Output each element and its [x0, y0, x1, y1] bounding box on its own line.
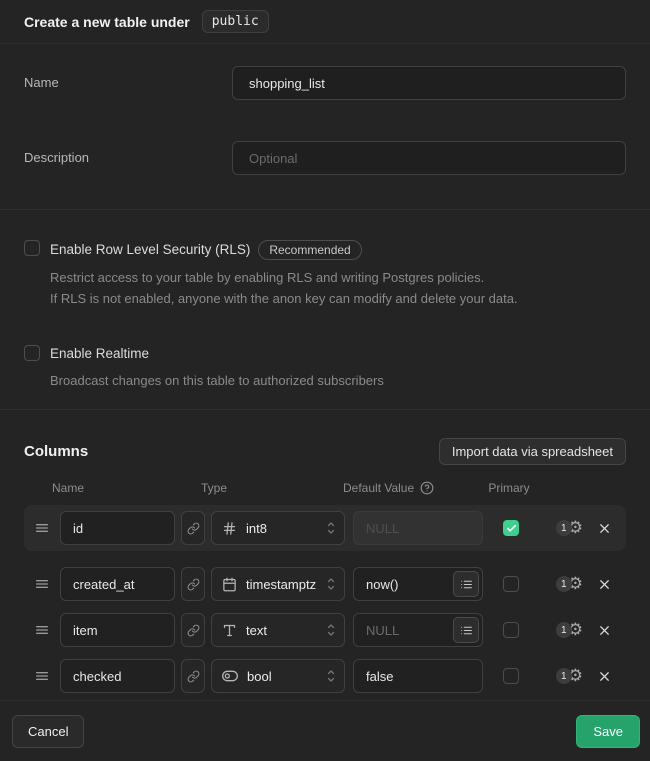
delete-column-button[interactable] — [597, 521, 612, 536]
column-type-select[interactable]: text — [211, 613, 345, 647]
foreign-key-link-icon[interactable] — [181, 613, 205, 647]
type-select-label: int8 — [246, 521, 267, 536]
chevron-up-down-icon — [325, 621, 337, 639]
header-name: Name — [50, 481, 201, 495]
help-circle-icon[interactable] — [420, 481, 434, 495]
table-description-input[interactable] — [232, 141, 626, 175]
name-label: Name — [24, 66, 232, 100]
drag-handle-icon[interactable] — [34, 576, 50, 592]
header-default-value: Default Value — [343, 481, 414, 495]
column-row: timestamptz 1 ⚙ — [24, 567, 626, 601]
create-table-dialog: Create a new table under public Name Des… — [0, 0, 650, 761]
recommended-badge: Recommended — [258, 240, 361, 260]
drag-handle-icon[interactable] — [34, 520, 50, 536]
settings-badge: 1 — [556, 622, 572, 638]
primary-checkbox[interactable] — [503, 576, 519, 592]
import-spreadsheet-button[interactable]: Import data via spreadsheet — [439, 438, 626, 465]
primary-checkbox[interactable] — [503, 622, 519, 638]
rls-toggle-block: Enable Row Level Security (RLS) Recommend… — [24, 240, 626, 309]
realtime-label[interactable]: Enable Realtime — [50, 346, 149, 361]
column-rows-list: int8 1 ⚙ — [24, 505, 626, 693]
column-row: bool 1 ⚙ — [24, 659, 626, 693]
columns-title: Columns — [24, 443, 88, 460]
schema-badge: public — [202, 10, 269, 33]
column-settings-button[interactable]: 1 ⚙ — [556, 520, 583, 537]
toggles-section: Enable Row Level Security (RLS) Recommend… — [0, 210, 650, 410]
settings-badge: 1 — [556, 668, 572, 684]
column-settings-button[interactable]: 1 ⚙ — [556, 622, 583, 639]
column-type-select[interactable]: int8 — [211, 511, 345, 545]
settings-badge: 1 — [556, 576, 572, 592]
chevron-up-down-icon — [325, 575, 337, 593]
type-select-label: timestamptz — [246, 577, 316, 592]
list-icon — [460, 578, 473, 591]
default-suggestions-button[interactable] — [453, 571, 479, 597]
check-icon — [506, 523, 517, 534]
cancel-button[interactable]: Cancel — [12, 715, 84, 748]
primary-checkbox[interactable] — [503, 668, 519, 684]
calendar-icon — [222, 577, 237, 592]
delete-column-button[interactable] — [597, 577, 612, 592]
general-section: Name Description — [0, 44, 650, 210]
description-label: Description — [24, 141, 232, 175]
hash-icon — [222, 521, 237, 536]
delete-column-button[interactable] — [597, 623, 612, 638]
type-select-label: bool — [247, 669, 272, 684]
type-select-label: text — [246, 623, 267, 638]
column-type-select[interactable]: bool — [211, 659, 345, 693]
dialog-title: Create a new table under — [24, 14, 190, 30]
table-name-input[interactable] — [232, 66, 626, 100]
settings-badge: 1 — [556, 520, 572, 536]
foreign-key-link-icon[interactable] — [181, 511, 205, 545]
column-row: int8 1 ⚙ — [24, 505, 626, 551]
column-name-input[interactable] — [60, 659, 175, 693]
list-icon — [460, 624, 473, 637]
realtime-description: Broadcast changes on this table to autho… — [50, 370, 384, 391]
column-name-input[interactable] — [60, 613, 175, 647]
text-icon — [222, 623, 237, 638]
close-icon — [597, 577, 612, 592]
default-value-input[interactable] — [353, 659, 483, 693]
realtime-checkbox[interactable] — [24, 345, 40, 361]
toggle-icon — [222, 668, 238, 684]
dialog-footer: Cancel Save — [0, 700, 650, 761]
column-settings-button[interactable]: 1 ⚙ — [556, 576, 583, 593]
realtime-toggle-block: Enable Realtime Broadcast changes on thi… — [24, 345, 626, 391]
header-primary: Primary — [481, 481, 537, 495]
drag-handle-icon[interactable] — [34, 668, 50, 684]
column-name-input[interactable] — [60, 567, 175, 601]
column-settings-button[interactable]: 1 ⚙ — [556, 668, 583, 685]
column-type-select[interactable]: timestamptz — [211, 567, 345, 601]
rls-label[interactable]: Enable Row Level Security (RLS) — [50, 242, 250, 257]
column-name-input[interactable] — [60, 511, 175, 545]
foreign-key-link-icon[interactable] — [181, 659, 205, 693]
drag-handle-icon[interactable] — [34, 622, 50, 638]
delete-column-button[interactable] — [597, 669, 612, 684]
primary-checkbox[interactable] — [503, 520, 519, 536]
columns-section: Columns Import data via spreadsheet Name… — [0, 410, 650, 700]
columns-table-headers: Name Type Default Value Primary — [24, 481, 626, 495]
column-row: text 1 ⚙ — [24, 613, 626, 647]
dialog-header: Create a new table under public — [0, 0, 650, 44]
chevron-up-down-icon — [325, 519, 337, 537]
close-icon — [597, 669, 612, 684]
rls-description: Restrict access to your table by enablin… — [50, 267, 518, 309]
default-suggestions-button[interactable] — [453, 617, 479, 643]
foreign-key-link-icon[interactable] — [181, 567, 205, 601]
save-button[interactable]: Save — [576, 715, 640, 748]
header-type: Type — [201, 481, 343, 495]
chevron-up-down-icon — [325, 667, 337, 685]
rls-checkbox[interactable] — [24, 240, 40, 256]
default-value-input[interactable] — [353, 511, 483, 545]
close-icon — [597, 623, 612, 638]
close-icon — [597, 521, 612, 536]
